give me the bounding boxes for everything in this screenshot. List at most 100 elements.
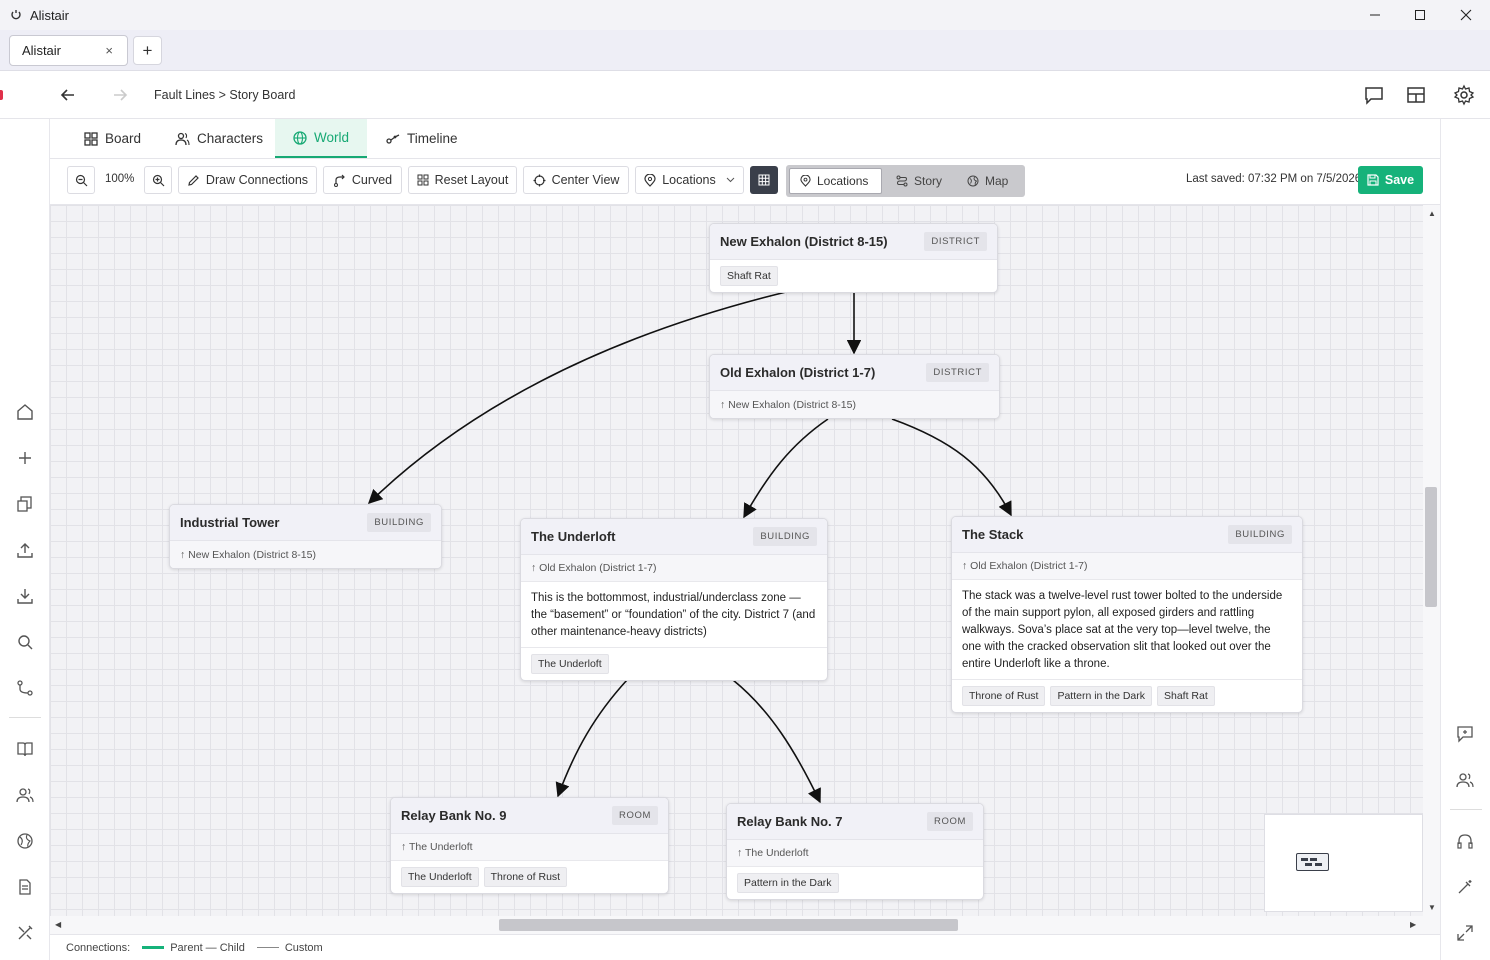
book-icon[interactable] [16,740,34,758]
upload-icon[interactable] [16,541,34,559]
copy-icon[interactable] [16,495,34,513]
home-icon[interactable] [16,403,34,421]
edge-old-exhalon-to-underloft[interactable] [743,418,829,519]
curved-button[interactable]: Curved [323,166,402,194]
segment-story[interactable]: Story [886,168,952,194]
center-view-button[interactable]: Center View [523,166,629,194]
story-tag[interactable]: Throne of Rust [483,867,568,887]
toolbar: 100% Draw Connections Curved Reset Layou… [50,159,1440,205]
card-header: Industrial Tower BUILDING [170,505,441,541]
minimap[interactable] [1264,814,1423,912]
expand-icon[interactable] [1456,924,1474,942]
card-tags: The Underloft Throne of Rust [391,861,668,893]
minimap-viewport[interactable] [1296,853,1329,871]
scroll-right-arrow[interactable]: ▶ [1410,920,1416,929]
location-card-new-exhalon[interactable]: New Exhalon (District 8-15) DISTRICT Sha… [709,223,998,293]
connections-legend: Connections: Parent — Child Custom [50,934,1440,960]
tab-board[interactable]: Board [74,119,151,158]
timeline-icon [386,133,400,144]
download-icon[interactable] [16,587,34,605]
segment-map[interactable]: Map [957,168,1018,194]
type-badge: BUILDING [367,513,431,532]
vertical-scroll-thumb[interactable] [1425,487,1437,607]
globe-icon[interactable] [16,832,34,850]
parent-location: ↑ Old Exhalon (District 1-7) [952,553,1302,580]
scroll-up-arrow[interactable]: ▲ [1428,209,1436,218]
story-tag[interactable]: Pattern in the Dark [737,873,839,893]
save-button[interactable]: Save [1358,166,1423,194]
world-globe-icon [293,130,307,145]
add-icon[interactable] [16,449,34,467]
close-tab-icon[interactable]: × [105,43,113,58]
tab-characters-label: Characters [197,131,264,146]
card-tags: The Underloft [521,648,827,680]
minimize-button[interactable] [1352,0,1398,30]
story-tag[interactable]: Shaft Rat [1157,686,1215,706]
new-tab-button[interactable]: + [133,36,162,65]
breadcrumb: Fault Lines > Story Board [154,88,296,102]
add-comment-icon[interactable] [1456,725,1474,743]
tab-world[interactable]: World [275,119,367,158]
location-filter-select[interactable]: Locations [635,166,744,194]
story-tag[interactable]: Pattern in the Dark [1050,686,1152,706]
card-title: Industrial Tower [180,515,280,530]
location-card-industrial-tower[interactable]: Industrial Tower BUILDING ↑ New Exhalon … [169,504,442,569]
reset-layout-button[interactable]: Reset Layout [408,166,517,194]
curve-icon [333,174,345,187]
comment-icon[interactable] [1363,84,1385,106]
segment-locations-label: Locations [817,174,869,188]
people-icon[interactable] [16,786,34,804]
vertical-scrollbar[interactable]: ▲ ▼ [1423,205,1440,916]
location-card-relay-bank-9[interactable]: Relay Bank No. 9 ROOM ↑ The Underloft Th… [390,797,669,894]
card-tags: Throne of Rust Pattern in the Dark Shaft… [952,680,1302,712]
magic-brush-icon[interactable] [1456,878,1474,896]
story-tag[interactable]: The Underloft [401,867,479,887]
grid-toggle-button[interactable] [750,166,778,194]
view-tabs: Board Characters World Timeline [50,119,1440,159]
document-icon[interactable] [16,878,34,896]
layout-icon[interactable] [1405,84,1427,106]
collaborators-icon[interactable] [1456,771,1474,789]
card-title: Old Exhalon (District 1-7) [720,365,876,380]
zoom-in-icon [152,174,164,186]
edge-old-exhalon-to-stack[interactable] [891,418,1012,517]
location-card-relay-bank-7[interactable]: Relay Bank No. 7 ROOM ↑ The Underloft Pa… [726,803,984,900]
scroll-left-arrow[interactable]: ◀ [55,920,61,929]
horizontal-scrollbar[interactable]: ◀ ▶ [50,916,1440,934]
story-tag[interactable]: The Underloft [531,654,609,674]
world-map-canvas[interactable]: New Exhalon (District 8-15) DISTRICT Sha… [50,205,1423,916]
headphones-icon[interactable] [1456,832,1474,850]
settings-gear-icon[interactable] [1453,84,1475,106]
close-window-button[interactable] [1443,0,1489,30]
tab-timeline[interactable]: Timeline [376,119,468,158]
type-badge: BUILDING [1228,525,1292,544]
forward-arrow-icon[interactable] [110,85,130,105]
zoom-in-button[interactable] [144,166,172,194]
location-card-old-exhalon[interactable]: Old Exhalon (District 1-7) DISTRICT ↑ Ne… [709,354,1000,419]
tab-characters[interactable]: Characters [165,119,273,158]
right-sidebar [1440,119,1490,960]
center-view-label: Center View [551,173,620,187]
search-icon[interactable] [16,633,34,651]
branch-icon[interactable] [16,679,34,697]
location-card-underloft[interactable]: The Underloft BUILDING ↑ Old Exhalon (Di… [520,518,828,681]
maximize-button[interactable] [1397,0,1443,30]
horizontal-scroll-thumb[interactable] [499,919,958,931]
segment-map-label: Map [985,174,1009,188]
scroll-down-arrow[interactable]: ▼ [1428,903,1436,912]
edge-underloft-to-relay7[interactable] [732,679,821,804]
segment-locations[interactable]: Locations [789,168,882,194]
draw-connections-button[interactable]: Draw Connections [178,166,317,194]
edge-underloft-to-relay9[interactable] [555,679,628,798]
location-card-the-stack[interactable]: The Stack BUILDING ↑ Old Exhalon (Distri… [951,516,1303,713]
story-tag[interactable]: Shaft Rat [720,266,778,286]
back-arrow-icon[interactable] [58,85,78,105]
location-pin-icon [800,175,811,187]
tools-icon[interactable] [16,924,34,942]
card-description: The stack was a twelve-level rust tower … [952,580,1302,680]
zoom-out-button[interactable] [67,166,95,194]
parent-location: ↑ New Exhalon (District 8-15) [170,541,441,568]
tab-alistair[interactable]: Alistair × [9,35,128,66]
story-tag[interactable]: Throne of Rust [962,686,1046,706]
save-disk-icon [1367,174,1379,186]
